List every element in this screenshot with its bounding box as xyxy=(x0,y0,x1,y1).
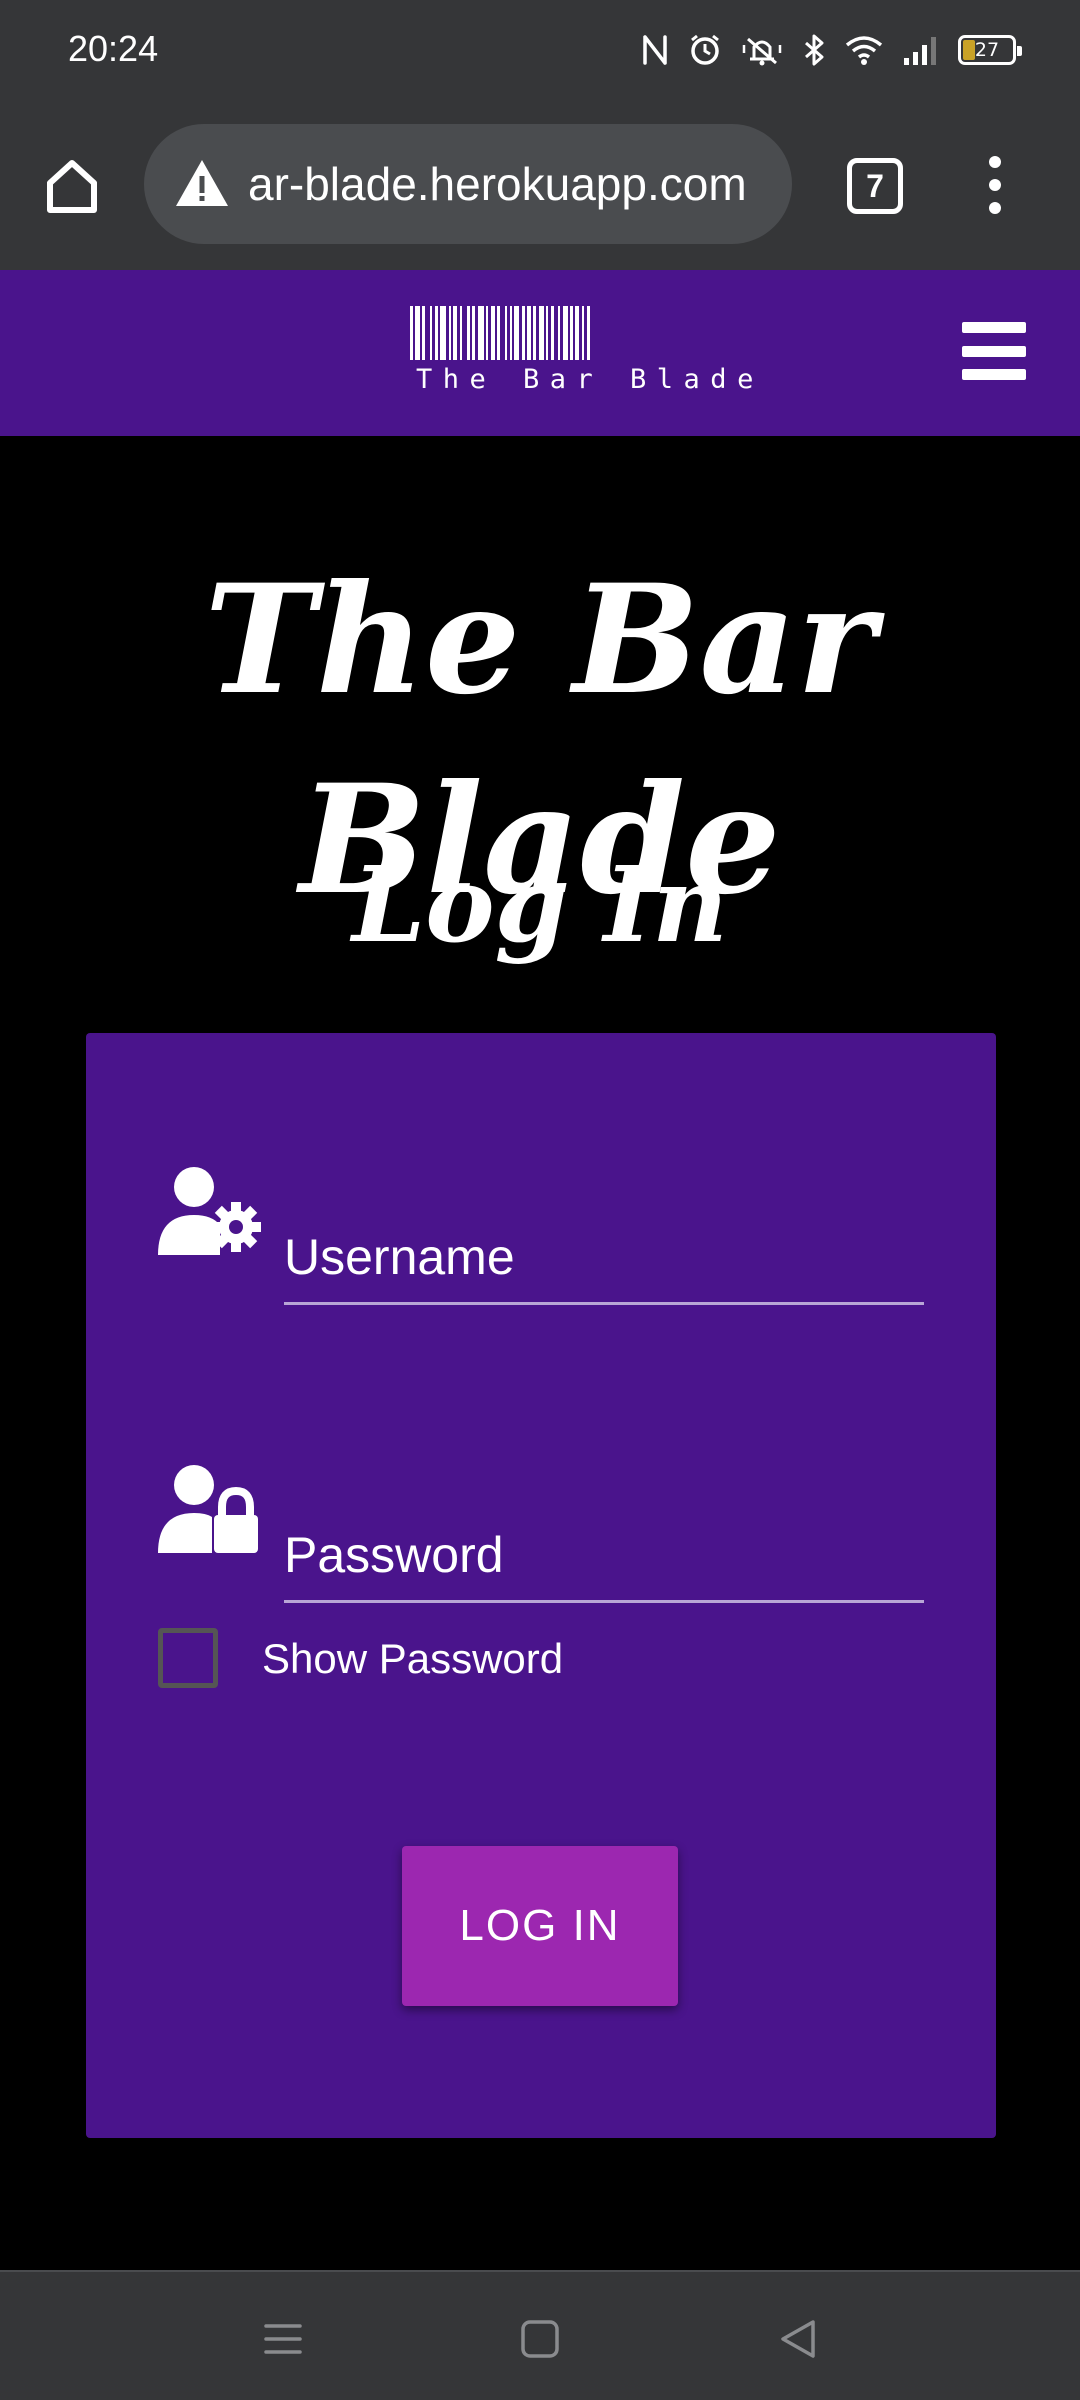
dot-icon xyxy=(989,156,1001,168)
site-logo[interactable]: The Bar Blade xyxy=(410,306,784,402)
password-input[interactable] xyxy=(284,1489,924,1600)
recents-icon[interactable] xyxy=(258,2314,308,2364)
back-icon[interactable] xyxy=(773,2314,823,2364)
browser-home-button[interactable] xyxy=(38,152,106,220)
dot-icon xyxy=(989,202,1001,214)
url-text: ar-blade.herokuapp.com xyxy=(248,158,747,210)
username-field xyxy=(284,1191,924,1305)
tab-switcher-button[interactable]: 7 xyxy=(847,158,903,214)
wifi-icon xyxy=(845,36,883,65)
logo-text: The Bar Blade xyxy=(416,364,764,395)
battery-icon: 27 xyxy=(958,35,1022,65)
bluetooth-icon xyxy=(805,34,824,66)
alarm-icon xyxy=(691,34,719,65)
battery-level: 27 xyxy=(974,39,1000,61)
status-time: 20:24 xyxy=(68,28,159,69)
hamburger-icon[interactable] xyxy=(962,322,1026,380)
login-form: Show Password LOG IN xyxy=(86,1033,996,2138)
nfc-icon xyxy=(643,35,667,65)
user-gear-icon xyxy=(158,1167,261,1255)
browser-toolbar: ar-blade.herokuapp.com 7 xyxy=(0,100,1080,270)
mute-icon xyxy=(742,37,782,66)
dot-icon xyxy=(989,179,1001,191)
status-bar: 20:24 27 xyxy=(0,0,1080,100)
status-icons: 27 xyxy=(640,30,1022,70)
page-title: Log In xyxy=(352,843,728,966)
system-nav-bar xyxy=(0,2270,1080,2400)
username-input[interactable] xyxy=(284,1191,924,1302)
signal-icon xyxy=(904,37,936,65)
home-icon xyxy=(47,160,97,213)
browser-menu-button[interactable] xyxy=(975,152,1015,218)
login-button[interactable]: LOG IN xyxy=(402,1846,678,2006)
user-lock-icon xyxy=(158,1465,258,1553)
home-icon[interactable] xyxy=(515,2314,565,2364)
password-field xyxy=(284,1489,924,1603)
show-password-label[interactable]: Show Password xyxy=(262,1633,563,1685)
warning-triangle-icon xyxy=(176,160,228,206)
barcode-icon xyxy=(410,306,590,360)
show-password-checkbox[interactable] xyxy=(158,1628,218,1688)
site-navbar: The Bar Blade xyxy=(0,270,1080,436)
address-bar[interactable]: ar-blade.herokuapp.com xyxy=(144,124,792,244)
